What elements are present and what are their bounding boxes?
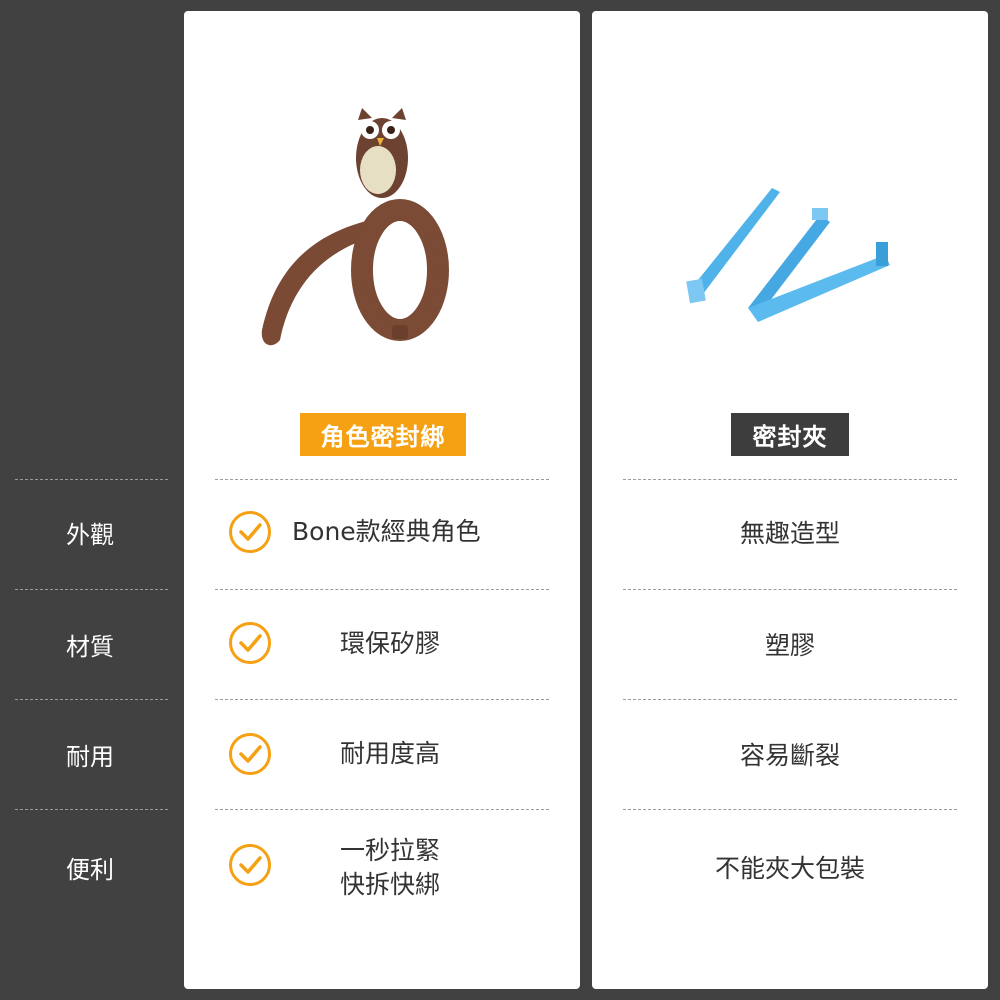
divider [623, 479, 957, 480]
divider [15, 589, 168, 590]
divider [623, 809, 957, 810]
row-label-material: 材質 [66, 632, 114, 661]
divider [623, 589, 957, 590]
left-value-convenience-line2: 快拆快綁 [340, 870, 441, 899]
right-value-durability: 容易斷裂 [739, 741, 840, 770]
right-value-material: 塑膠 [764, 631, 815, 660]
right-column-title: 密封夾 [731, 413, 849, 456]
row-label-durability: 耐用 [66, 742, 114, 771]
bag-clip-icon [686, 188, 890, 322]
right-value-appearance: 無趣造型 [739, 519, 840, 548]
left-column-title: 角色密封綁 [300, 413, 466, 456]
row-label-appearance: 外觀 [66, 520, 114, 549]
left-value-convenience-line1: 一秒拉緊 [340, 836, 441, 865]
divider [215, 699, 549, 700]
left-value-appearance: Bone款經典角色 [292, 517, 481, 546]
divider [215, 809, 549, 810]
check-circle-icon [229, 622, 271, 664]
left-value-material: 環保矽膠 [340, 629, 441, 658]
right-value-convenience: 不能夾大包裝 [714, 854, 865, 883]
divider [623, 699, 957, 700]
divider [15, 699, 168, 700]
left-value-durability: 耐用度高 [340, 739, 441, 768]
divider [215, 479, 549, 480]
check-circle-icon [229, 844, 271, 886]
divider [215, 589, 549, 590]
divider [15, 479, 168, 480]
check-circle-icon [229, 733, 271, 775]
check-circle-icon [229, 511, 271, 553]
row-label-convenience: 便利 [66, 855, 114, 884]
owl-tie-icon [261, 108, 449, 346]
divider [15, 809, 168, 810]
product-card-right [592, 11, 988, 989]
